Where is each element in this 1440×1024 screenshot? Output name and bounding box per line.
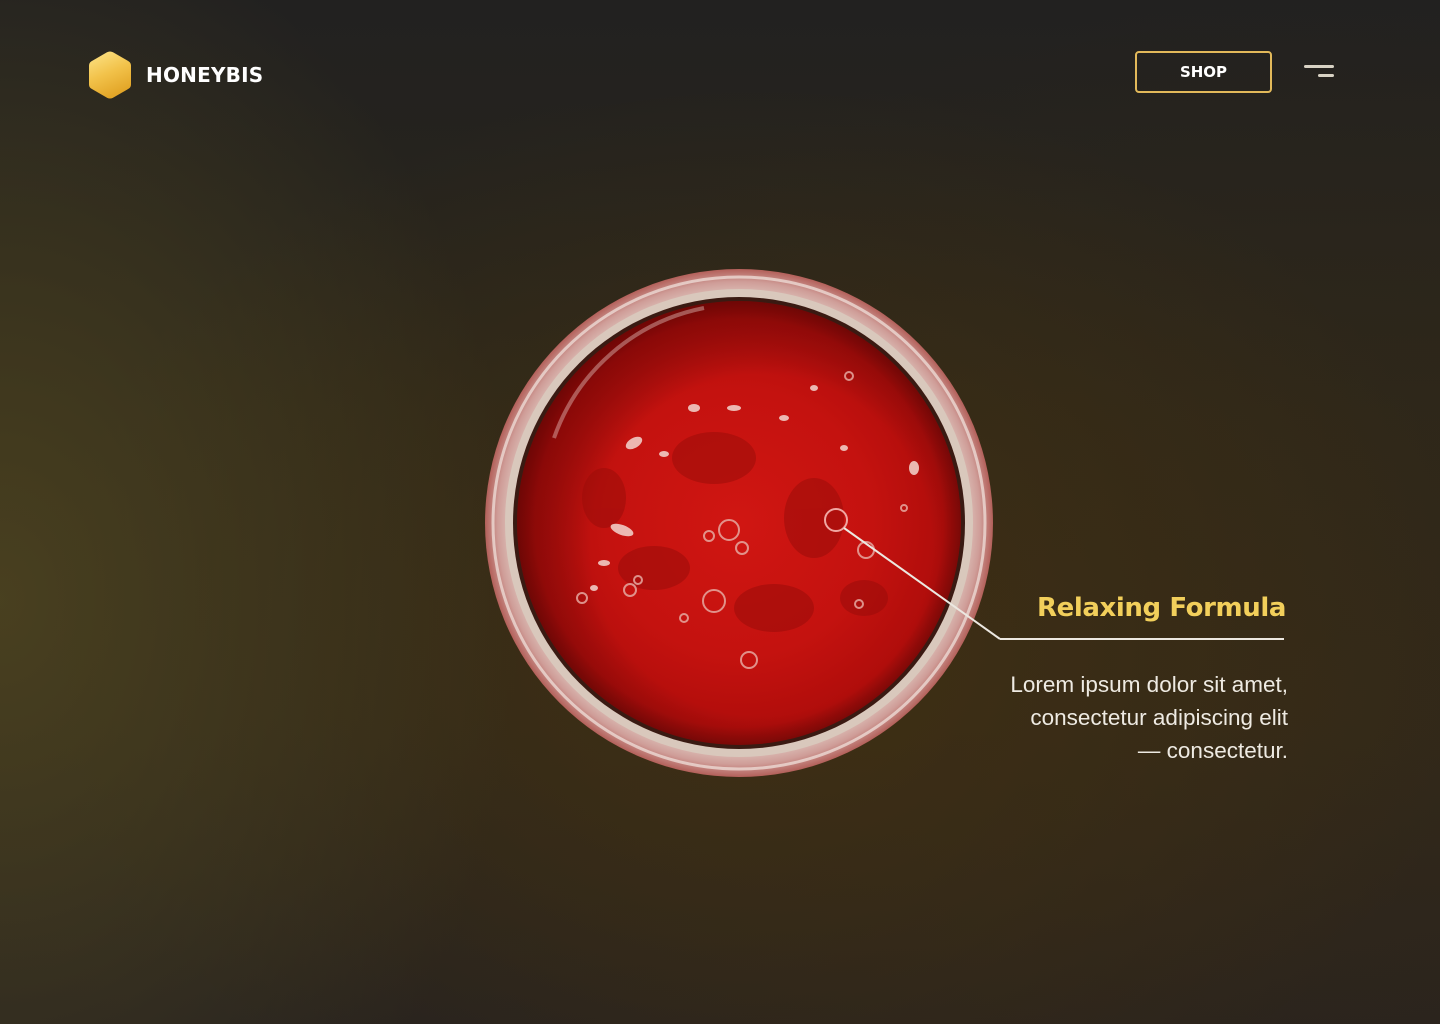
shop-button[interactable]: SHOP	[1135, 51, 1272, 93]
menu-button[interactable]	[1300, 62, 1338, 84]
jam-jar-image	[484, 268, 994, 778]
brand-name: HONEYBIS	[146, 63, 264, 87]
menu-line-bottom	[1318, 74, 1334, 77]
jam-jar-illustration	[485, 269, 993, 777]
feature-description: Lorem ipsum dolor sit amet, consectetur …	[1010, 672, 1288, 763]
hexagon-icon	[89, 51, 131, 99]
logo-link[interactable]: HONEYBIS	[88, 50, 263, 100]
site-header: HONEYBIS SHOP	[0, 0, 1440, 140]
feature-title: Relaxing Formula	[1036, 593, 1286, 623]
menu-line-top	[1304, 65, 1334, 68]
